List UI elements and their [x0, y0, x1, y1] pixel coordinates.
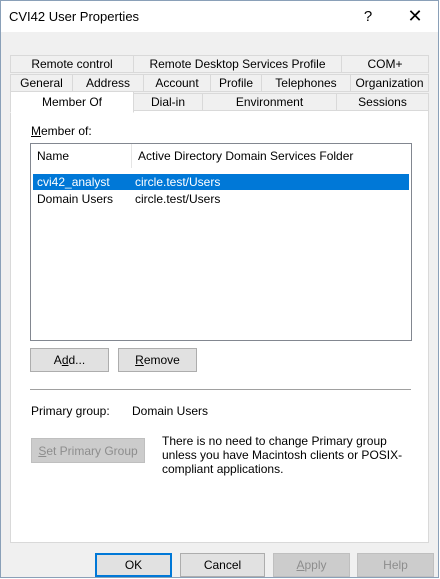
- group-name: cvi42_analyst: [37, 175, 110, 189]
- tab-com-plus[interactable]: COM+: [341, 55, 429, 73]
- group-folder: circle.test/Users: [135, 175, 221, 189]
- remove-button[interactable]: Remove: [118, 348, 197, 372]
- tab-account[interactable]: Account: [143, 74, 211, 92]
- group-name: Domain Users: [37, 192, 114, 206]
- tab-telephones[interactable]: Telephones: [261, 74, 351, 92]
- tab-organization[interactable]: Organization: [350, 74, 429, 92]
- primary-group-value: Domain Users: [132, 404, 209, 418]
- cancel-button[interactable]: Cancel: [180, 553, 265, 577]
- add-button[interactable]: Ad d...: [30, 348, 109, 372]
- help-title-button[interactable]: ?: [345, 1, 391, 32]
- tab-sessions[interactable]: Sessions: [336, 93, 429, 111]
- primary-group-label: Primary group:: [31, 404, 110, 418]
- close-button[interactable]: ✕: [392, 1, 438, 32]
- help-icon: ?: [363, 8, 373, 25]
- list-item[interactable]: Domain Users circle.test/Users: [33, 191, 409, 207]
- apply-button[interactable]: Apply: [273, 553, 350, 577]
- group-folder: circle.test/Users: [135, 192, 221, 206]
- separator: [30, 389, 411, 390]
- title-bar: CVI42 User Properties ? ✕: [1, 1, 438, 32]
- member-of-list[interactable]: Name Active Directory Domain Services Fo…: [30, 143, 412, 341]
- tab-dial-in[interactable]: Dial-in: [133, 93, 203, 111]
- tab-address[interactable]: Address: [72, 74, 144, 92]
- primary-group-info: There is no need to change Primary group…: [162, 434, 403, 476]
- tab-member-of[interactable]: Member Of: [10, 91, 134, 113]
- tab-profile[interactable]: Profile: [210, 74, 262, 92]
- list-header: Name Active Directory Domain Services Fo…: [31, 144, 411, 168]
- tab-remote-desktop-services-profile[interactable]: Remote Desktop Services Profile: [133, 55, 342, 73]
- column-header-folder[interactable]: Active Directory Domain Services Folder: [132, 144, 411, 168]
- help-button[interactable]: Help: [357, 553, 434, 577]
- column-header-name[interactable]: Name: [31, 144, 132, 168]
- tab-remote-control[interactable]: Remote control: [10, 55, 134, 73]
- tab-general[interactable]: General: [10, 74, 73, 92]
- member-of-label: Member of:: [31, 124, 92, 138]
- list-item[interactable]: cvi42_analyst circle.test/Users: [33, 174, 409, 190]
- dialog-title: CVI42 User Properties: [9, 9, 140, 24]
- close-icon: ✕: [407, 6, 423, 26]
- ok-button[interactable]: OK: [95, 553, 172, 577]
- tab-environment[interactable]: Environment: [202, 93, 337, 111]
- set-primary-group-button[interactable]: Set Primary Group: [31, 438, 145, 463]
